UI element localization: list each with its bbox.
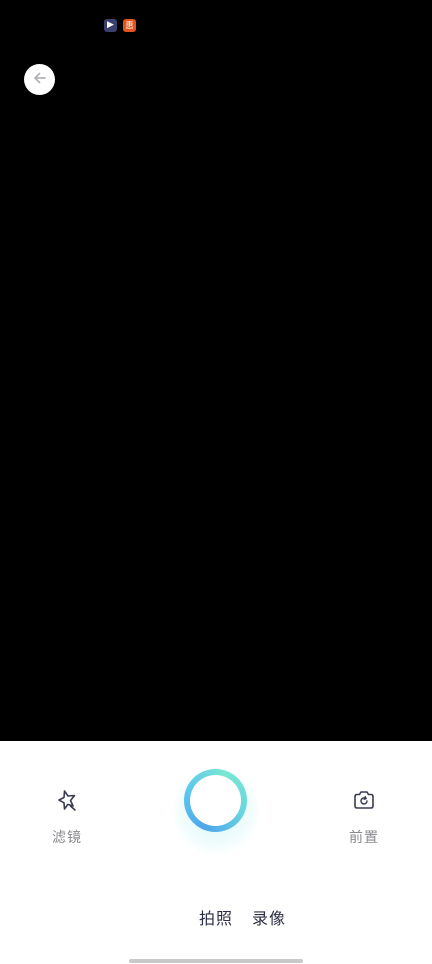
video-app-icon: ▶ [104,19,117,32]
tab-photo[interactable]: 拍照 [199,905,233,929]
filter-label: 滤镜 [52,830,82,846]
switch-camera-label: 前置 [349,830,379,846]
app-badge-icon: 惠 [123,19,136,32]
switch-camera-button[interactable]: 前置 [334,785,394,847]
filter-star-icon [52,785,82,815]
mode-tabs: 拍照 录像 [199,905,286,929]
camera-screen: ▶ 惠 滤镜 前置 拍照 录像 [0,0,432,964]
back-button[interactable] [24,64,55,95]
camera-flip-icon [349,785,379,815]
shutter-inner [190,775,241,826]
camera-preview[interactable] [0,0,432,741]
status-bar-notifications: ▶ 惠 [104,19,136,32]
tab-video[interactable]: 录像 [252,905,286,929]
home-indicator[interactable] [129,959,303,963]
arrow-left-icon [33,70,47,89]
shutter-button[interactable] [184,769,247,832]
filter-button[interactable]: 滤镜 [37,785,97,847]
camera-control-panel: 滤镜 前置 拍照 录像 [0,741,432,964]
